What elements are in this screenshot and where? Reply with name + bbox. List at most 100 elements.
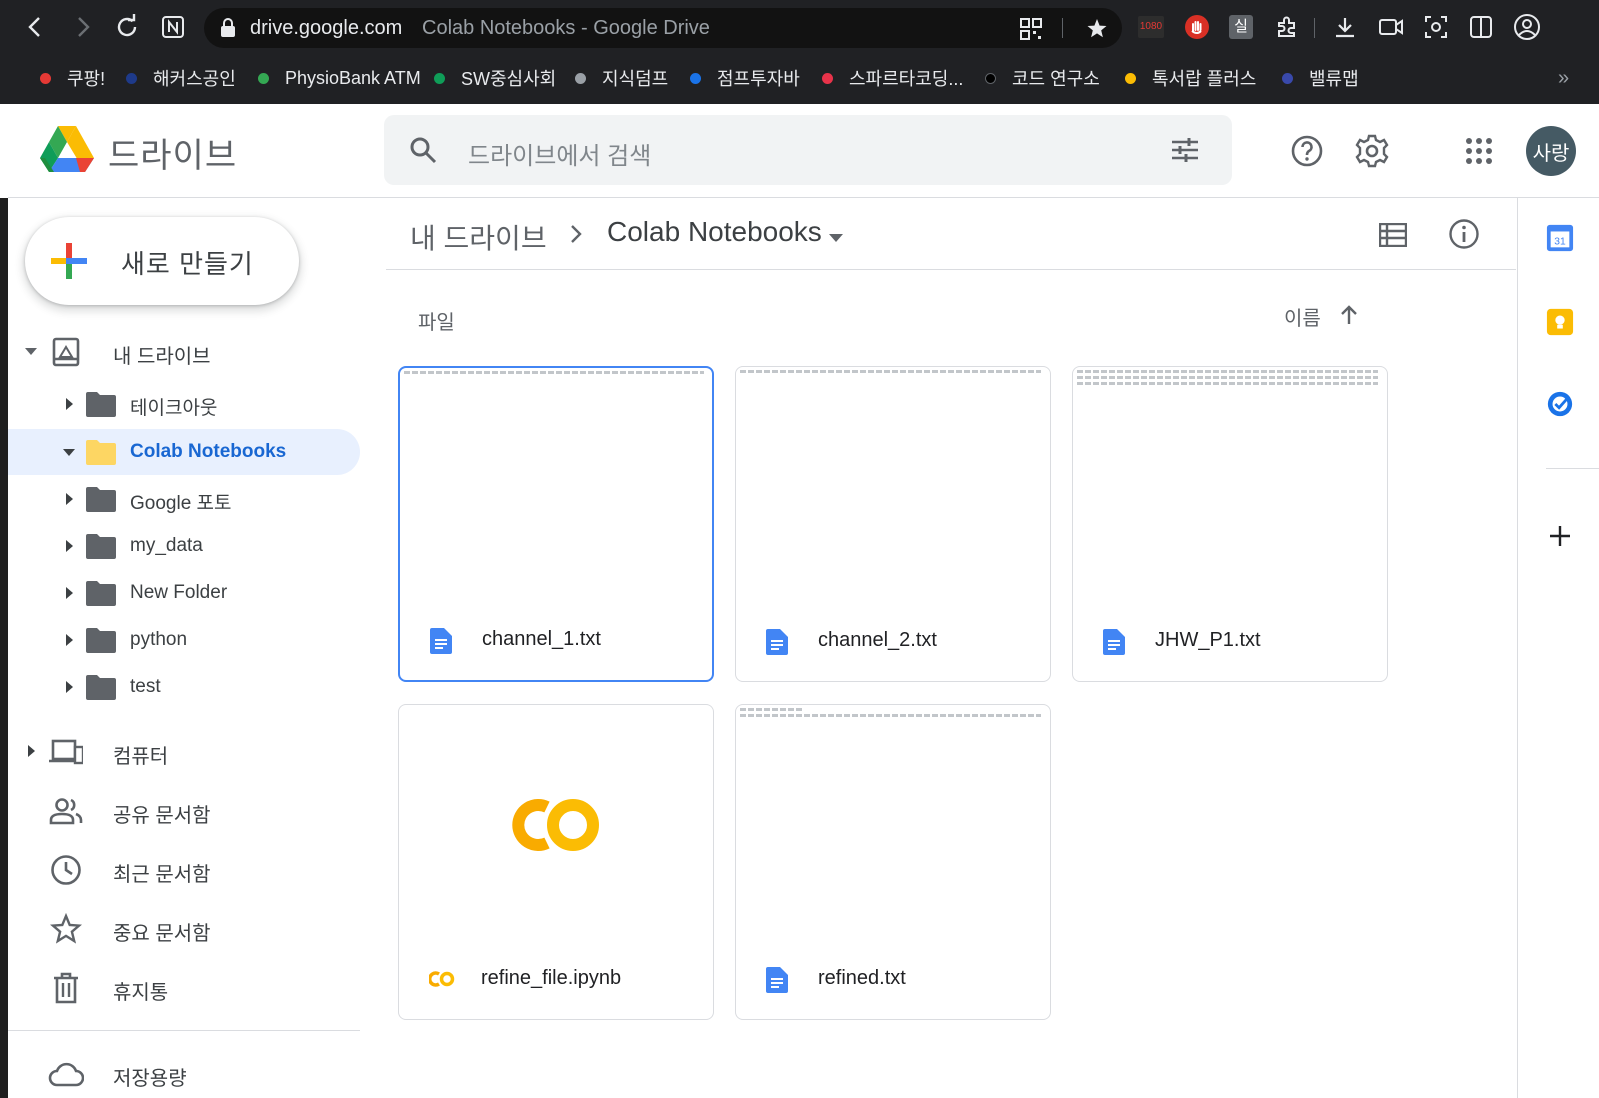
- screenshot-icon[interactable]: [1421, 12, 1451, 42]
- text-preview: [740, 370, 1042, 373]
- bookmark-favicon: [126, 72, 137, 84]
- file-name: channel_1.txt: [482, 628, 601, 650]
- file-card[interactable]: channel_1.txt: [398, 366, 714, 682]
- sidebar-item-label: 내 드라이브: [113, 346, 211, 368]
- profile-icon[interactable]: [1512, 12, 1542, 42]
- bookmark-item[interactable]: SW중심사회: [434, 66, 556, 90]
- star-icon: [48, 911, 84, 947]
- breadcrumb-current[interactable]: Colab Notebooks: [607, 216, 822, 248]
- reload-button[interactable]: [112, 12, 142, 42]
- sidebar-item-storage[interactable]: 저장용량: [8, 1050, 360, 1096]
- bookmark-item[interactable]: 지식덤프: [575, 66, 668, 90]
- folder-label: Colab Notebooks: [130, 441, 287, 462]
- extensions-puzzle-icon[interactable]: [1272, 12, 1302, 42]
- bookmark-star-icon[interactable]: [1084, 16, 1110, 42]
- file-thumbnail: [736, 367, 1050, 603]
- bookmark-item[interactable]: PhysioBank ATM: [258, 66, 421, 90]
- file-card-footer: JHW_P1.txt: [1073, 601, 1387, 681]
- section-title: 파일: [418, 312, 455, 334]
- list-view-icon[interactable]: [1376, 218, 1410, 252]
- bookmark-item[interactable]: 밸류맵: [1282, 66, 1359, 90]
- notion-icon[interactable]: [158, 12, 188, 42]
- file-card[interactable]: refined.txt: [735, 704, 1051, 1020]
- expand-arrow-icon[interactable]: [62, 633, 76, 647]
- bookmark-item[interactable]: 스파르타코딩...: [822, 66, 963, 90]
- search-input[interactable]: 드라이브에서 검색: [468, 136, 651, 171]
- sidebar-folder[interactable]: New Folder: [8, 570, 360, 616]
- search-options-icon[interactable]: [1170, 135, 1200, 170]
- expand-arrow-icon[interactable]: [24, 744, 38, 758]
- breadcrumb-root[interactable]: 내 드라이브: [410, 217, 547, 257]
- file-card[interactable]: refine_file.ipynb: [398, 704, 714, 1020]
- file-card[interactable]: channel_2.txt: [735, 366, 1051, 682]
- sidebar-item-label: 컴퓨터: [113, 746, 169, 768]
- info-icon[interactable]: [1446, 216, 1482, 252]
- search-icon[interactable]: [408, 135, 438, 170]
- expand-arrow-icon[interactable]: [62, 397, 76, 411]
- text-preview: [740, 714, 1042, 717]
- text-preview: [1077, 376, 1379, 379]
- sidebar-folder[interactable]: my_data: [8, 523, 360, 569]
- sidebar-folder[interactable]: test: [8, 664, 360, 710]
- computers-icon: [48, 734, 84, 770]
- bookmark-item[interactable]: 톡서랍 플러스: [1125, 66, 1256, 90]
- video-call-icon[interactable]: [1376, 12, 1406, 42]
- tasks-icon[interactable]: [1546, 390, 1574, 418]
- settings-gear-icon[interactable]: [1353, 132, 1391, 170]
- sidebar-folder[interactable]: Google 포토: [8, 476, 360, 522]
- side-panel-icon[interactable]: [1466, 12, 1496, 42]
- extension-kr-icon[interactable]: 실: [1226, 12, 1256, 42]
- doc-icon: [766, 967, 788, 993]
- bookmark-favicon: [40, 72, 51, 84]
- bookmark-favicon: [690, 72, 701, 84]
- add-addon-icon[interactable]: [1546, 522, 1574, 550]
- extension-1080-icon[interactable]: 1080: [1136, 12, 1166, 42]
- download-icon[interactable]: [1330, 12, 1360, 42]
- sidebar-item-trash[interactable]: 휴지통: [8, 964, 360, 1010]
- back-button[interactable]: [20, 12, 50, 42]
- qr-code-icon[interactable]: [1018, 16, 1044, 42]
- sidebar-item-shared[interactable]: 공유 문서함: [8, 787, 360, 833]
- sidebar-item-starred[interactable]: 중요 문서함: [8, 905, 360, 951]
- file-card[interactable]: JHW_P1.txt: [1072, 366, 1388, 682]
- calendar-icon[interactable]: 31: [1546, 224, 1574, 252]
- sidebar-folder[interactable]: 테이크아웃: [8, 381, 360, 427]
- sidebar-item-recent[interactable]: 최근 문서함: [8, 846, 360, 892]
- apps-grid-icon[interactable]: [1460, 132, 1498, 170]
- chevron-right-icon: [569, 224, 583, 249]
- expand-arrow-icon[interactable]: [62, 586, 76, 600]
- search-bar[interactable]: 드라이브에서 검색: [384, 115, 1232, 185]
- account-avatar[interactable]: 사랑: [1526, 126, 1576, 176]
- bookmark-item[interactable]: 쿠팡!: [40, 66, 105, 90]
- bookmark-item[interactable]: 점프투자바: [690, 66, 800, 90]
- new-button[interactable]: 새로 만들기: [25, 217, 299, 305]
- drive-logo-icon[interactable]: [40, 124, 94, 177]
- folder-icon: [86, 627, 116, 653]
- caret-down-icon[interactable]: [828, 230, 844, 248]
- sort-label[interactable]: 이름: [1284, 302, 1321, 331]
- collapse-arrow-icon[interactable]: [24, 344, 38, 358]
- expand-arrow-icon[interactable]: [62, 680, 76, 694]
- sidebar-folder[interactable]: python: [8, 617, 360, 663]
- shared-people-icon: [48, 793, 84, 829]
- bookmark-item[interactable]: 해커스공인: [126, 66, 236, 90]
- window-edge: [0, 198, 8, 1098]
- expand-arrow-icon[interactable]: [62, 492, 76, 506]
- keep-icon[interactable]: [1546, 308, 1574, 336]
- browser-chrome: drive.google.com Colab Notebooks - Googl…: [0, 0, 1599, 104]
- address-bar[interactable]: drive.google.com Colab Notebooks - Googl…: [204, 8, 1122, 48]
- file-name: JHW_P1.txt: [1155, 629, 1261, 651]
- sidebar-folder-active[interactable]: Colab Notebooks: [8, 429, 360, 475]
- stop-hand-icon[interactable]: [1182, 12, 1212, 42]
- doc-icon: [766, 629, 788, 655]
- forward-button[interactable]: [68, 12, 98, 42]
- sidebar-item-computers[interactable]: 컴퓨터: [8, 728, 360, 774]
- arrow-up-icon[interactable]: [1336, 302, 1362, 328]
- collapse-arrow-icon[interactable]: [62, 445, 76, 459]
- help-icon[interactable]: [1288, 132, 1326, 170]
- bookmarks-overflow-button[interactable]: »: [1558, 66, 1569, 90]
- sidebar-item-my-drive[interactable]: 내 드라이브: [8, 328, 360, 374]
- expand-arrow-icon[interactable]: [62, 539, 76, 553]
- product-name[interactable]: 드라이브: [108, 128, 237, 177]
- bookmark-item[interactable]: 코드 연구소: [985, 66, 1100, 90]
